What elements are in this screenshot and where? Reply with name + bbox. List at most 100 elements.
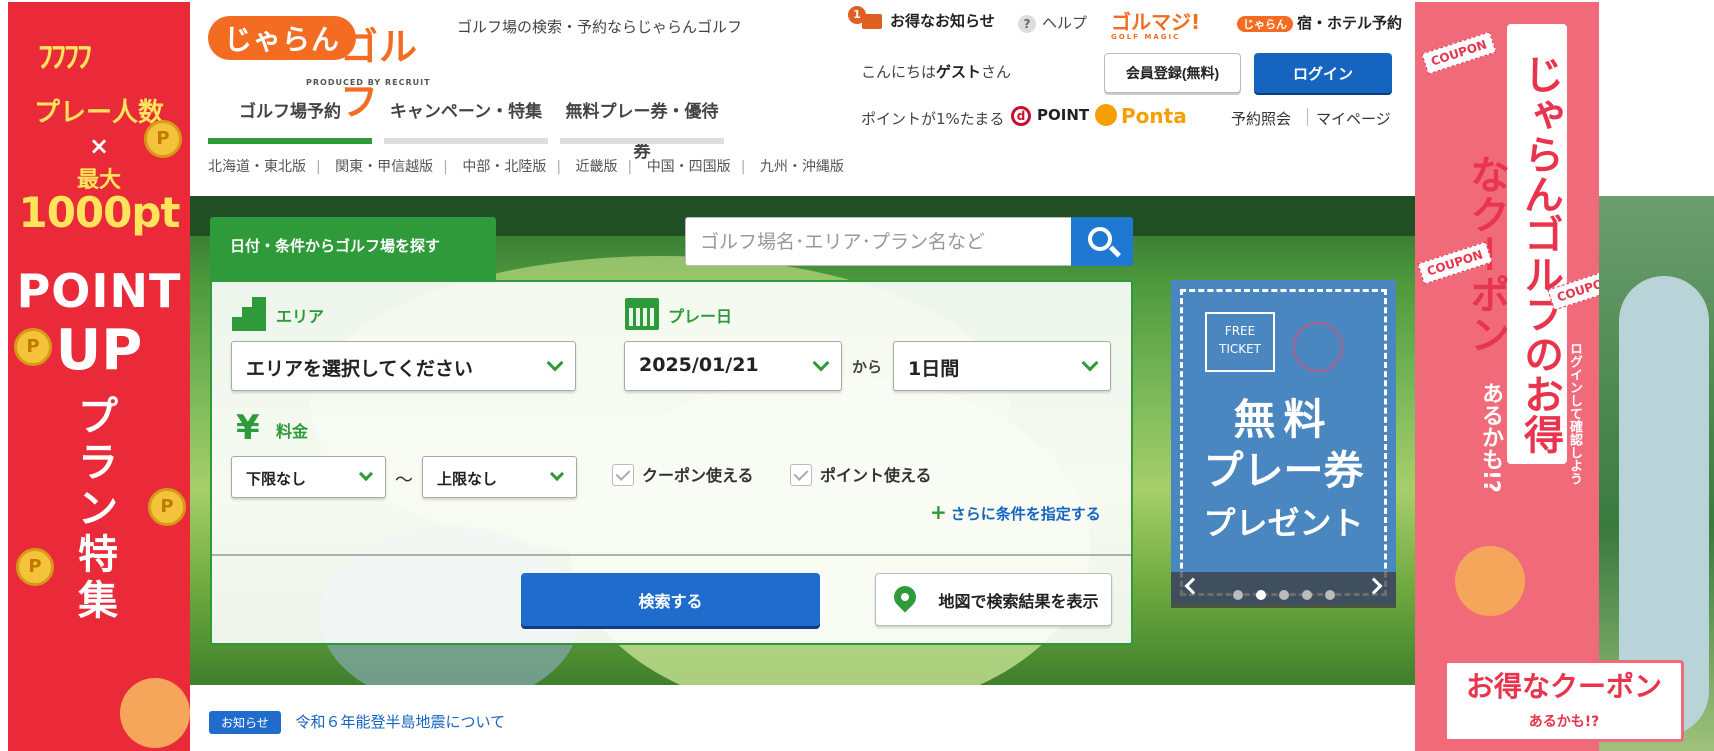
search-button[interactable]: 検索する — [521, 573, 820, 626]
golmaji-logo[interactable]: ゴルマジ! GOLF MAGIC — [1111, 6, 1200, 41]
ponta-logo: Ponta — [1095, 104, 1187, 128]
area-label: エリア — [276, 307, 325, 326]
ponta-icon — [1095, 104, 1117, 126]
register-button[interactable]: 会員登録(無料) — [1104, 53, 1241, 93]
site-tagline: ゴルフ場の検索・予約ならじゃらんゴルフ — [457, 18, 743, 36]
coupon-tag: COUPON — [1421, 31, 1497, 75]
duration-select[interactable]: 1日間 — [893, 341, 1111, 391]
mypage-link[interactable]: マイページ — [1316, 108, 1391, 129]
deals-notice-link[interactable]: お得なお知らせ — [890, 10, 995, 31]
from-label: から — [852, 358, 883, 376]
play-date-label: プレー日 — [668, 307, 733, 326]
news-link[interactable]: 令和６年能登半島地震について — [296, 713, 506, 731]
chevron-down-icon — [549, 466, 565, 482]
points-info: ポイントが1%たまる — [861, 110, 1005, 128]
keyword-search-button[interactable] — [1071, 217, 1133, 266]
checkbox-icon — [612, 464, 634, 486]
mail-icon — [862, 14, 882, 29]
floating-coupon-banner[interactable]: お得なクーポン あるかも!? — [1444, 660, 1684, 742]
free-ticket-promo[interactable]: FREE TICKET 無料 プレー券 プレゼント — [1171, 280, 1396, 605]
search-icon — [1088, 227, 1112, 251]
carousel-dot[interactable] — [1325, 590, 1335, 600]
decorative-pattern: ﾌﾌﾌﾌ — [38, 40, 92, 75]
search-heading: 日付・条件からゴルフ場を探す — [210, 217, 496, 280]
postmark-icon — [1293, 322, 1343, 372]
yen-icon: ¥ — [236, 408, 260, 448]
promo-ticket: プレー券 — [1203, 448, 1364, 494]
map-results-button[interactable]: 地図で検索結果を表示 — [875, 573, 1112, 626]
carousel-nav — [1171, 572, 1396, 608]
area-icon — [232, 297, 266, 331]
free-ticket-stamp: FREE TICKET — [1205, 312, 1275, 372]
dpoint-icon: d — [1011, 106, 1031, 126]
region-link[interactable]: 中国・四国版 — [647, 159, 731, 175]
price-label: 料金 — [276, 422, 309, 441]
range-tilde: 〜 — [395, 470, 413, 491]
price-min-select[interactable]: 下限なし — [231, 456, 386, 498]
region-link[interactable]: 九州・沖縄版 — [760, 159, 844, 175]
tab-campaigns[interactable]: キャンペーン・特集 — [384, 92, 548, 144]
more-conditions-link[interactable]: + さらに条件を指定する — [930, 500, 1101, 524]
reservation-lookup-link[interactable]: 予約照会 — [1231, 108, 1291, 129]
cat-mascot-icon — [120, 678, 190, 748]
help-link[interactable]: ? ヘルプ — [1018, 12, 1087, 33]
area-select[interactable]: エリアを選択してください — [231, 341, 576, 391]
site-header: じゃらん ゴルフ PRODUCED BY RECRUIT ゴルフ場の検索・予約な… — [190, 0, 1415, 196]
keyword-search-input[interactable] — [685, 217, 1072, 266]
price-max-select[interactable]: 上限なし — [422, 456, 577, 498]
region-links: 北海道・東北版 | 関東・甲信越版 | 中部・北陸版 | 近畿版 | 中国・四国版 | 九… — [208, 159, 844, 175]
region-link[interactable]: 関東・甲信越版 — [335, 159, 433, 175]
point-checkbox[interactable]: ポイント使える — [790, 462, 932, 486]
tab-free-tickets[interactable]: 無料プレー券・優待券 — [560, 92, 724, 162]
logo-jaran: じゃらん — [208, 16, 357, 60]
banner-text-point: POINT — [16, 264, 182, 318]
coin-icon: P — [16, 548, 54, 586]
calendar-icon — [625, 298, 659, 330]
coin-icon: P — [144, 120, 182, 158]
coupon-sub: あるかも!? — [1478, 382, 1503, 493]
region-link[interactable]: 北海道・東北版 — [208, 159, 306, 175]
plus-icon: + — [930, 500, 947, 524]
carousel-dot[interactable] — [1233, 590, 1243, 600]
chevron-down-icon — [546, 354, 564, 372]
region-link[interactable]: 近畿版 — [576, 159, 618, 175]
coin-icon: P — [148, 488, 186, 526]
floating-coupon-text: お得なクーポン — [1465, 670, 1662, 703]
chevron-down-icon — [812, 354, 830, 372]
promo-present: プレゼント — [1203, 504, 1364, 542]
floating-coupon-sub: あるかも!? — [1528, 714, 1600, 730]
right-coupon-banner[interactable]: じゃらんゴルフのお得なクーポン あるかも!? ログインして確認しよう COUPO… — [1415, 2, 1599, 751]
coupon-headline: じゃらんゴルフのお得なクーポン — [1463, 24, 1567, 464]
coin-icon: P — [14, 328, 52, 366]
chevron-right-icon[interactable] — [1365, 577, 1383, 595]
question-icon: ? — [1018, 15, 1036, 33]
region-link[interactable]: 中部・北陸版 — [462, 159, 546, 175]
divider — [1307, 108, 1308, 126]
chevron-down-icon — [1081, 354, 1099, 372]
carousel-dot[interactable] — [1279, 590, 1289, 600]
carousel-dots — [1233, 585, 1348, 604]
dpoint-logo: d POINT — [1011, 106, 1089, 126]
chevron-left-icon[interactable] — [1184, 577, 1202, 595]
login-button[interactable]: ログイン — [1254, 53, 1392, 93]
carousel-dot[interactable] — [1256, 590, 1266, 600]
checkbox-icon — [790, 464, 812, 486]
login-hint: ログインして確認しよう — [1567, 342, 1582, 485]
coupon-checkbox[interactable]: クーポン使える — [612, 462, 754, 486]
map-pin-icon — [889, 581, 921, 613]
banner-text-points: 1000pt — [18, 188, 180, 237]
news-bar: お知らせ 令和６年能登半島地震について — [209, 711, 505, 734]
banner-text-plan: プラン特集 — [78, 394, 118, 624]
panel-divider — [212, 554, 1131, 556]
chevron-down-icon — [358, 466, 374, 482]
play-date-select[interactable]: 2025/01/21 — [624, 341, 842, 391]
left-campaign-banner[interactable]: ﾌﾌﾌﾌ プレー人数 × 最大 1000pt POINT UP プラン特集 P … — [8, 2, 190, 751]
cat-mascot-icon — [1455, 546, 1525, 616]
hotel-booking-link[interactable]: じゃらん 宿・ホテル予約 — [1237, 12, 1402, 33]
carousel-dot[interactable] — [1302, 590, 1312, 600]
produced-by: PRODUCED BY RECRUIT — [306, 78, 431, 87]
news-tag: お知らせ — [209, 711, 281, 734]
greeting: こんにちはゲストさん — [861, 63, 1012, 81]
site-logo[interactable]: じゃらん ゴルフ PRODUCED BY RECRUIT — [208, 14, 448, 124]
tab-golf-booking[interactable]: ゴルフ場予約 — [208, 92, 372, 144]
